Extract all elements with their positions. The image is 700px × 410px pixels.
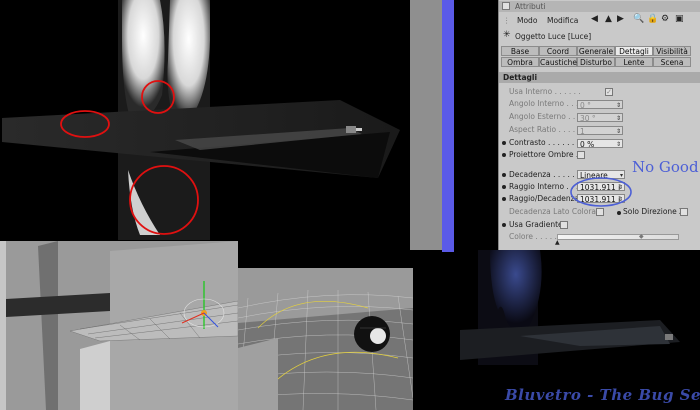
- usa-interno-checkbox[interactable]: ✓: [605, 88, 613, 96]
- section-header: Dettagli: [499, 72, 700, 83]
- tab-scena[interactable]: Scena: [653, 57, 691, 67]
- usa-gradiente-label: Usa Gradiente: [509, 220, 563, 229]
- angolo-interno-label: Angolo Interno . . .: [509, 99, 579, 108]
- aspect-ratio-field[interactable]: 1 ⇕: [577, 126, 623, 135]
- gradient-knot-left-icon[interactable]: ▲: [555, 239, 560, 246]
- tab-generale[interactable]: Generale: [577, 46, 615, 56]
- tab-coord[interactable]: Coord: [539, 46, 577, 56]
- raggio-interno-label: Raggio Interno . . .: [509, 182, 579, 191]
- editor-viewport-closeup: [238, 268, 413, 410]
- proiettore-animate-dot[interactable]: [502, 153, 506, 157]
- panel-title-bar: Attributi: [499, 1, 700, 12]
- screenshot-root: { "panel": { "title": "Attributi", "menu…: [0, 0, 700, 410]
- grip-icon: ⋮: [503, 16, 511, 25]
- back-arrow-icon[interactable]: ◀: [591, 13, 598, 26]
- object-name-row: ✳ Oggetto Luce [Luce]: [499, 30, 700, 42]
- raggio-decadenza-animate-dot[interactable]: [502, 197, 506, 201]
- angolo-interno-field[interactable]: 0 ° ⇕: [577, 100, 623, 109]
- light-bulb-highlight: [370, 328, 386, 344]
- aspect-ratio-label: Aspect Ratio . . . .: [509, 125, 576, 134]
- angolo-esterno-label: Angolo Esterno . . .: [509, 112, 581, 121]
- tab-base[interactable]: Base: [501, 46, 539, 56]
- settings-icon[interactable]: ⚙: [661, 13, 669, 26]
- gradient-knot-mid-icon[interactable]: ◆: [639, 233, 644, 240]
- colore-label: Colore . . . . .: [509, 232, 557, 241]
- tab-disturbo[interactable]: Disturbo: [577, 57, 615, 67]
- solo-direzione-label: Solo Direzione Z: [623, 207, 685, 216]
- new-window-icon[interactable]: ▣: [675, 13, 684, 26]
- blue-separator-bar: [442, 0, 454, 252]
- up-arrow-icon[interactable]: ▲: [605, 13, 612, 26]
- blue-annotation-ellipse: [570, 177, 632, 207]
- proiettore-ombre-label: Proiettore Ombre . .: [509, 150, 584, 159]
- no-good-annotation: No Good: [632, 158, 699, 176]
- lock-icon[interactable]: 🔒: [647, 13, 658, 26]
- viewport-border-left: [0, 241, 6, 410]
- tab-caustiche[interactable]: Caustiche: [539, 57, 577, 67]
- decadenza-animate-dot[interactable]: [502, 173, 506, 177]
- usa-gradiente-checkbox[interactable]: [560, 221, 568, 229]
- panel-title: Attributi: [515, 2, 546, 11]
- solo-direzione-animate-dot[interactable]: [617, 211, 621, 215]
- small-render-spotlight: [665, 334, 673, 340]
- solo-direzione-checkbox[interactable]: [680, 208, 688, 216]
- contrasto-animate-dot[interactable]: [502, 141, 506, 145]
- menu-modifica[interactable]: Modifica: [547, 14, 578, 27]
- forward-arrow-icon[interactable]: ▶: [617, 13, 624, 26]
- decadenza-lato-label: Decadenza Lato Colorata: [509, 207, 604, 216]
- object-name: Oggetto Luce [Luce]: [515, 32, 592, 41]
- proiettore-ombre-checkbox[interactable]: [577, 151, 585, 159]
- contrasto-label: Contrasto . . . . . .: [509, 138, 575, 147]
- closeup-scene: [238, 268, 413, 410]
- tab-ombra[interactable]: Ombra: [501, 57, 539, 67]
- author-signature: Bluvetro - The Bug Seeker: [505, 386, 700, 404]
- editor-viewport-perspective: [0, 241, 238, 410]
- raggio-interno-animate-dot[interactable]: [502, 185, 506, 189]
- usa-interno-label: Usa Interno . . . . . .: [509, 87, 581, 96]
- tab-dettagli[interactable]: Dettagli: [615, 46, 653, 56]
- spotlight-object: [346, 126, 356, 133]
- panel-menu-bar: ⋮ Modo Modifica ◀ ▲ ▶ 🔍 🔒 ⚙ ▣: [499, 13, 700, 26]
- perspective-scene: [0, 241, 238, 410]
- closeup-box: [238, 338, 278, 410]
- section-title: Dettagli: [503, 73, 538, 82]
- light-object-icon: ✳: [503, 30, 511, 40]
- attributes-panel: Attributi ⋮ Modo Modifica ◀ ▲ ▶ 🔍 🔒 ⚙ ▣ …: [498, 0, 700, 250]
- decadenza-lato-checkbox[interactable]: [596, 208, 604, 216]
- panel-close-checkbox[interactable]: [502, 2, 510, 10]
- menu-modo[interactable]: Modo: [517, 14, 537, 27]
- background-grey-strip: [410, 0, 442, 250]
- tab-visibilita[interactable]: Visibilità: [653, 46, 691, 56]
- tab-lente[interactable]: Lente: [615, 57, 653, 67]
- angolo-esterno-field[interactable]: 30 ° ⇕: [577, 113, 623, 122]
- search-icon[interactable]: 🔍: [633, 13, 644, 26]
- main-render-scene: [2, 0, 400, 240]
- main-render-viewport: [0, 0, 410, 240]
- front-box-face: [80, 341, 110, 410]
- gradient-bar[interactable]: [557, 234, 679, 240]
- usa-gradiente-animate-dot[interactable]: [502, 223, 506, 227]
- contrasto-field[interactable]: 0 % ⇕: [577, 139, 623, 148]
